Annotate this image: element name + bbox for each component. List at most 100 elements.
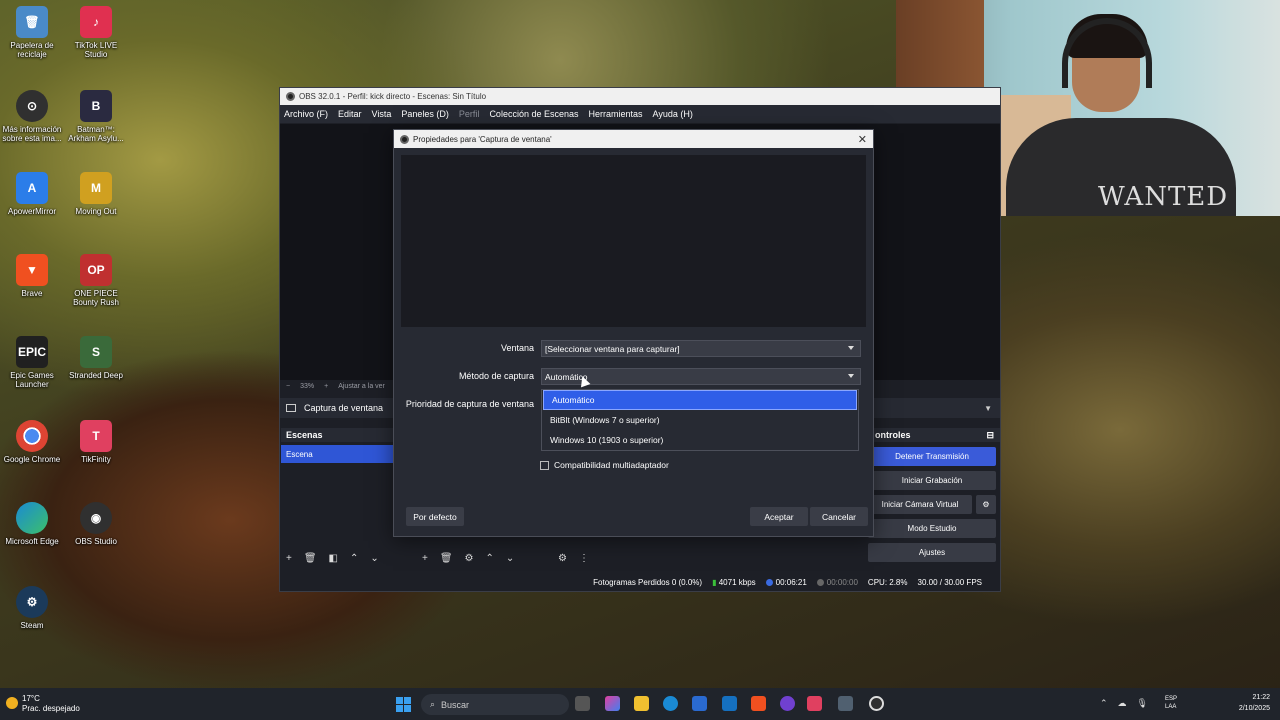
zoom-level: 33% (300, 382, 315, 390)
mixer-settings-gear-icon[interactable]: ⚙ (558, 553, 567, 564)
close-icon[interactable]: ✕ (858, 133, 867, 146)
accept-button[interactable]: Aceptar (750, 507, 808, 526)
sun-icon (6, 697, 18, 709)
desktop-icon-epic-games[interactable]: EPIC Epic Games Launcher (0, 336, 64, 389)
outlook-icon[interactable] (722, 696, 737, 711)
zoom-in-button[interactable]: + (324, 383, 328, 390)
menu-herramientas[interactable]: Herramientas (589, 109, 643, 119)
search-placeholder: Buscar (441, 699, 470, 710)
fit-view-button[interactable]: Ajustar a la ver (338, 383, 385, 390)
obs-icon[interactable] (869, 696, 884, 711)
store-icon[interactable] (692, 696, 707, 711)
desktop-icon-chrome[interactable]: Google Chrome (0, 420, 64, 464)
menu-perfil[interactable]: Perfil (459, 109, 480, 119)
tikfinity-icon[interactable] (807, 696, 822, 711)
add-scene-icon[interactable]: + (286, 553, 292, 564)
desktop-icon-one-piece[interactable]: OP ONE PIECE Bounty Rush (64, 254, 128, 307)
menu-vista[interactable]: Vista (372, 109, 392, 119)
brave-icon[interactable] (751, 696, 766, 711)
zoom-out-button[interactable]: − (286, 383, 290, 390)
edge-icon[interactable] (663, 696, 678, 711)
desktop-icon-moving-out[interactable]: M Moving Out (64, 172, 128, 216)
option-bitblt[interactable]: BitBlt (Windows 7 o superior) (542, 410, 858, 430)
tiktok-icon: ♪ (80, 6, 112, 38)
scenes-dock-title: Escenas (281, 428, 393, 442)
recycle-bin-icon: 🗑 (16, 6, 48, 38)
start-windows-icon[interactable] (396, 697, 411, 712)
scene-filter-icon[interactable]: ◧ (329, 553, 338, 564)
add-source-icon[interactable]: + (422, 553, 428, 564)
language-code: ESP (1165, 696, 1178, 702)
dialog-titlebar[interactable]: Propiedades para 'Captura de ventana' ✕ (394, 130, 873, 148)
task-view-icon[interactable] (575, 696, 590, 711)
menu-archivo[interactable]: Archivo (F) (284, 109, 328, 119)
desktop-icon-steam[interactable]: ⚙ Steam (0, 586, 64, 630)
menu-paneles[interactable]: Paneles (D) (401, 109, 449, 119)
menu-editar[interactable]: Editar (338, 109, 362, 119)
cancel-button[interactable]: Cancelar (810, 507, 868, 526)
menu-coleccion-escenas[interactable]: Colección de Escenas (489, 109, 578, 119)
obs-status-bar: Fotogramas Perdidos 0 (0.0%) ▮ 4071 kbps… (280, 574, 1000, 591)
source-up-icon[interactable]: ⌃ (486, 553, 494, 564)
stranded-deep-game-icon: S (80, 336, 112, 368)
capture-priority-label: Prioridad de captura de ventana (405, 399, 534, 409)
source-bar-label: Captura de ventana (304, 403, 384, 413)
scene-item-label: Escena (286, 449, 313, 459)
file-explorer-icon[interactable] (634, 696, 649, 711)
bitrate-status: ▮ 4071 kbps (712, 578, 756, 587)
obs-titlebar[interactable]: OBS 32.0.1 - Perfil: kick directo - Esce… (280, 88, 1000, 105)
menu-ayuda[interactable]: Ayuda (H) (653, 109, 693, 119)
desktop-icon-spotlight[interactable]: ⊙ Más información sobre esta ima... (0, 90, 64, 143)
clock[interactable]: 21:22 2/10/2025 (1239, 692, 1270, 714)
remove-scene-icon[interactable]: 🗑 (304, 553, 317, 564)
source-settings-gear-icon[interactable]: ⚙ (465, 553, 474, 564)
source-down-icon[interactable]: ⌄ (506, 553, 514, 564)
bitrate-value: 4071 kbps (718, 578, 756, 587)
info-icon: ⊙ (16, 90, 48, 122)
desktop-icon-tikfinity[interactable]: T TikFinity (64, 420, 128, 464)
remove-source-icon[interactable]: 🗑 (440, 553, 453, 564)
multiadapter-checkbox[interactable] (540, 460, 549, 470)
move-up-icon[interactable]: ⌃ (350, 553, 358, 564)
desktop-icon-brave[interactable]: ▼ Brave (0, 254, 64, 298)
chevron-up-icon[interactable]: ⌃ (1100, 698, 1108, 709)
virtual-camera-settings-gear-icon[interactable]: ⚙ (976, 495, 996, 514)
app-purple-icon[interactable] (780, 696, 795, 711)
defaults-button[interactable]: Por defecto (406, 507, 464, 526)
scene-list-item[interactable]: Escena (281, 445, 393, 463)
desktop-icon-apowermirror[interactable]: A ApowerMirror (0, 172, 64, 216)
clock-date: 2/10/2025 (1238, 705, 1270, 712)
obs-icon: ◉ (80, 502, 112, 534)
option-windows10[interactable]: Windows 10 (1903 o superior) (542, 430, 858, 450)
option-automatico[interactable]: Automático (543, 390, 857, 410)
dock-float-icon[interactable]: ⊟ (986, 430, 994, 441)
window-select[interactable]: [Seleccionar ventana para capturar] (541, 340, 861, 357)
scenes-title: Escenas (286, 430, 323, 440)
chevron-down-icon[interactable]: ▼ (984, 404, 992, 413)
desktop-icon-recycle-bin[interactable]: 🗑 Papelera de reciclaje (0, 6, 64, 59)
settings-button[interactable]: Ajustes (868, 543, 996, 562)
network-icon[interactable]: ☁ (1118, 698, 1127, 709)
app-tool-icon[interactable] (838, 696, 853, 711)
desktop-icon-stranded-deep[interactable]: S Stranded Deep (64, 336, 128, 380)
microphone-icon[interactable]: 🎙 (1137, 698, 1148, 709)
start-virtual-camera-button[interactable]: Iniciar Cámara Virtual (868, 495, 972, 514)
record-indicator-icon (816, 579, 824, 586)
desktop-icon-obs[interactable]: ◉ OBS Studio (64, 502, 128, 546)
move-down-icon[interactable]: ⌄ (370, 553, 378, 564)
live-status: 00:06:21 (765, 578, 807, 587)
weather-widget[interactable]: 17°C Prac. despejado (6, 694, 80, 714)
desktop-icon-tiktok-live[interactable]: ♪ TikTok LIVE Studio (64, 6, 128, 59)
copilot-icon[interactable] (605, 696, 620, 711)
system-tray: ⌃ ☁ 🎙 (1100, 698, 1148, 709)
mixer-more-icon[interactable]: ⋮ (579, 553, 589, 564)
chrome-icon (16, 420, 48, 452)
start-recording-button[interactable]: Iniciar Grabación (868, 471, 996, 490)
stop-streaming-button[interactable]: Detener Transmisión (868, 447, 996, 466)
taskbar-search[interactable]: ⌕ Buscar (421, 694, 569, 715)
desktop-icon-edge[interactable]: Microsoft Edge (0, 502, 64, 546)
apowermirror-icon: A (16, 172, 48, 204)
studio-mode-button[interactable]: Modo Estudio (868, 519, 996, 538)
language-indicator[interactable]: ESP LAA (1165, 695, 1177, 711)
desktop-icon-batman[interactable]: B Batman™: Arkham Asylu... (64, 90, 128, 143)
